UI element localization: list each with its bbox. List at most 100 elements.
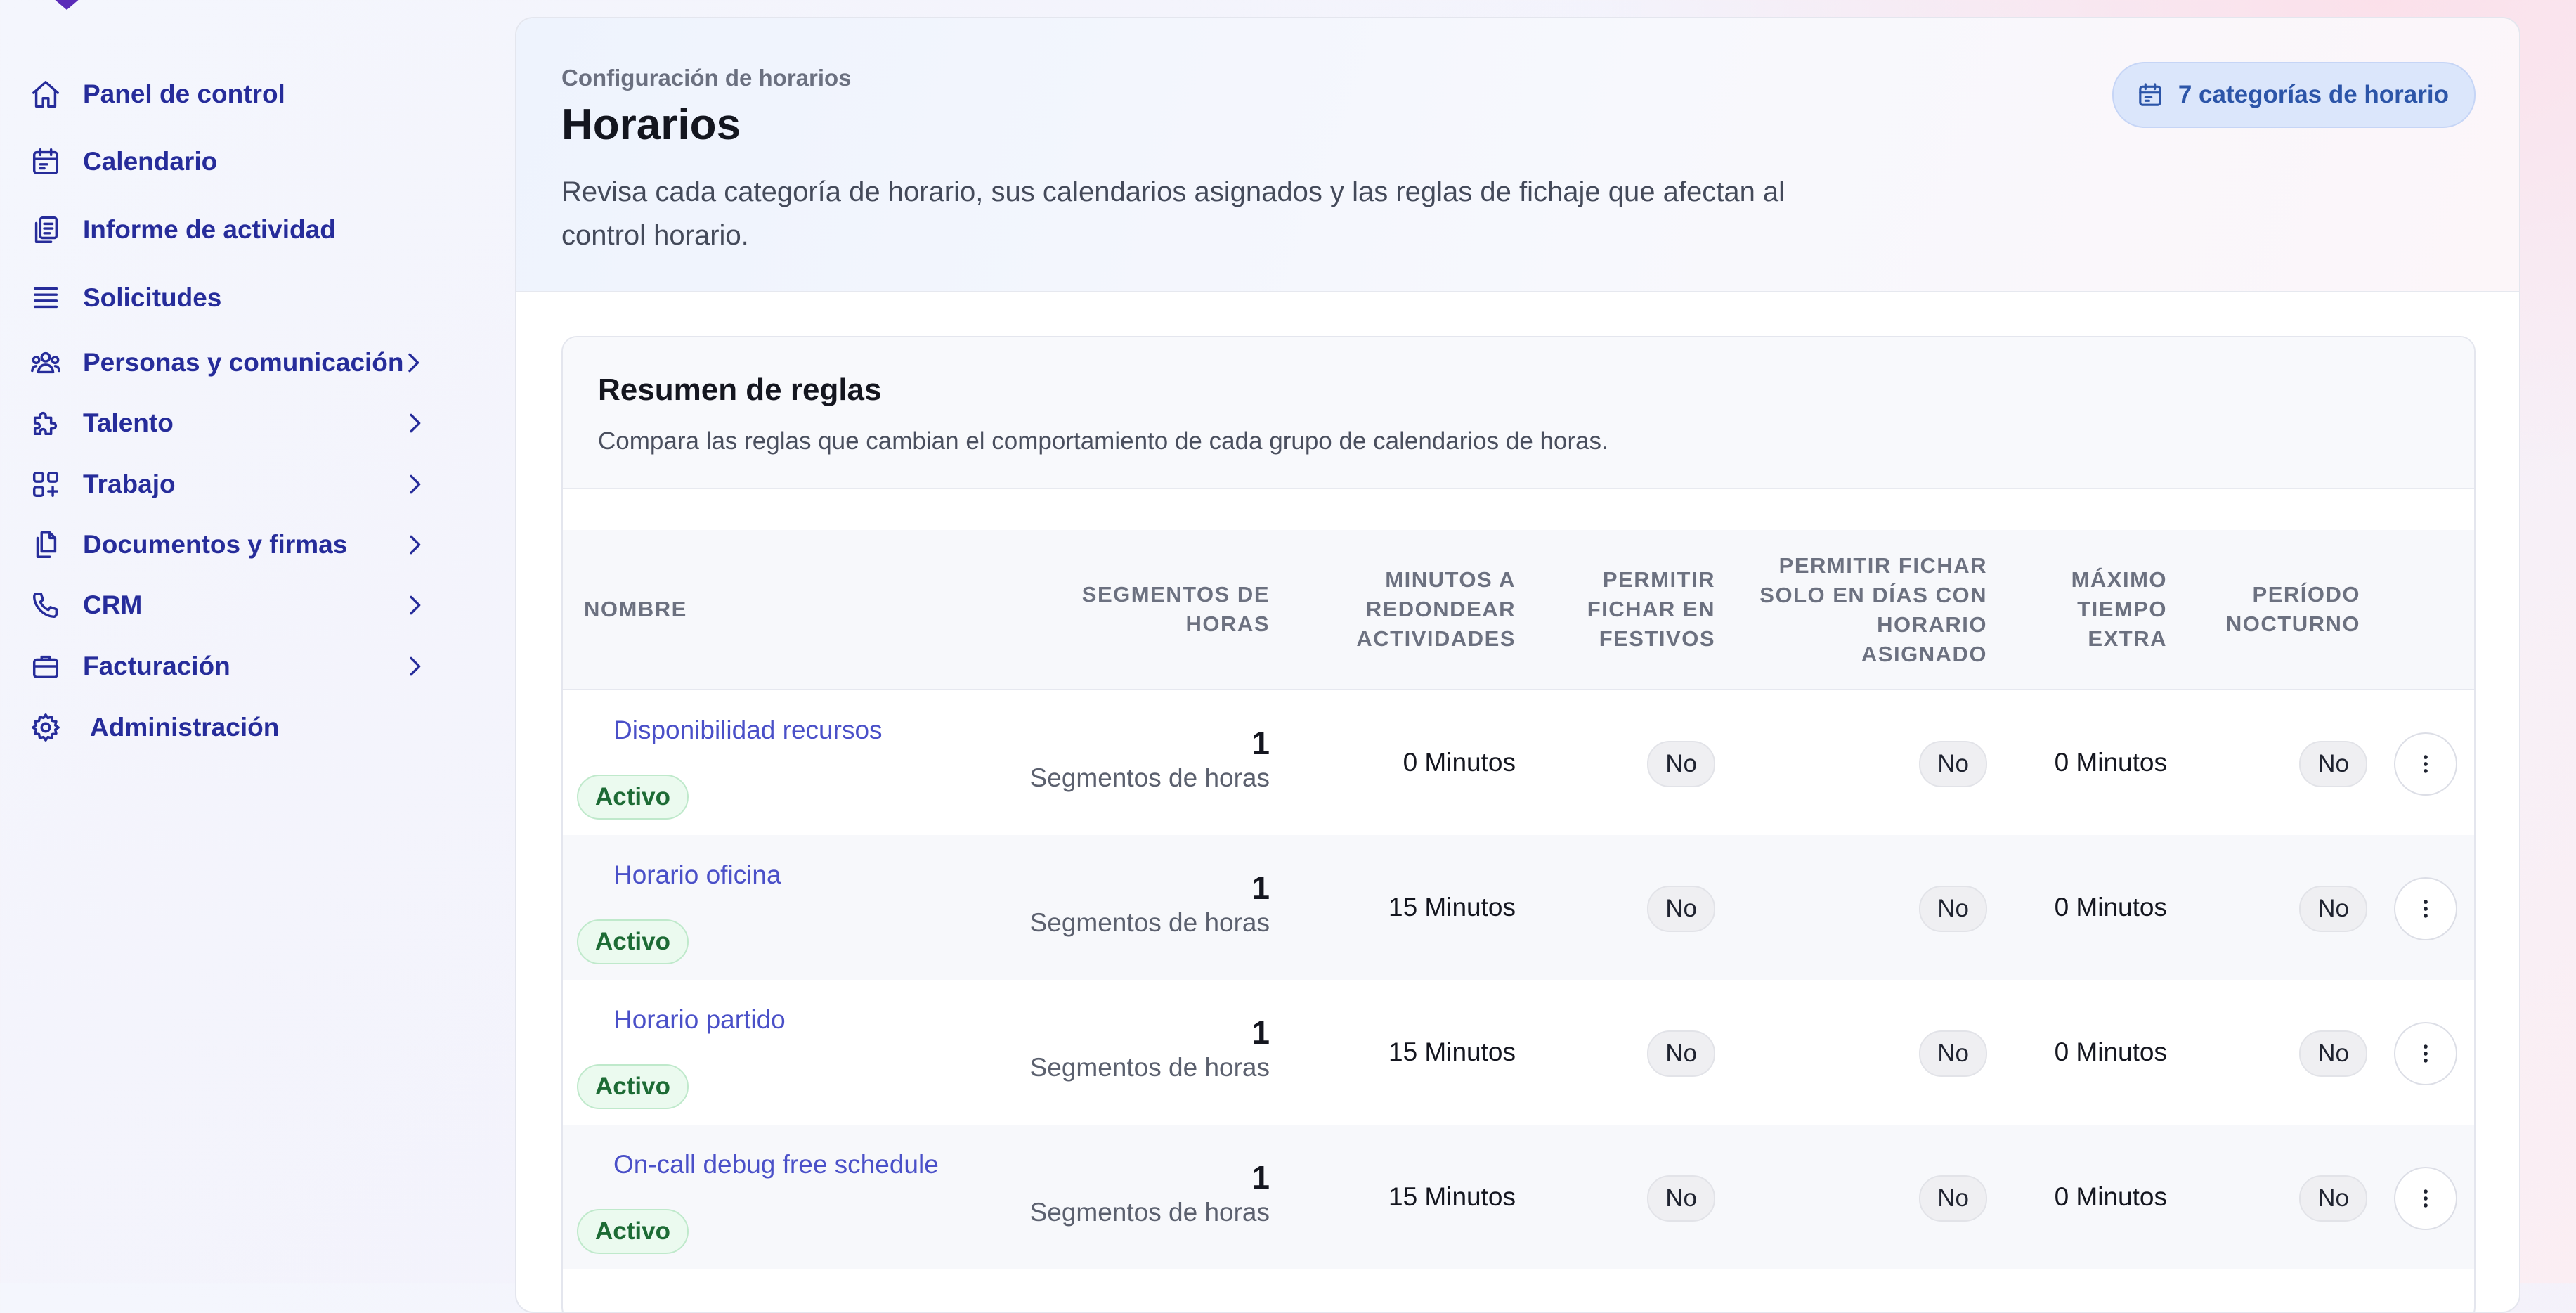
assigned-days-pill: No — [1919, 741, 1987, 787]
more-vertical-icon — [2424, 1044, 2428, 1063]
more-vertical-icon — [2424, 900, 2428, 918]
segments-count: 1 — [1251, 725, 1270, 761]
max-overtime: 0 Minutos — [2054, 748, 2167, 777]
page-description: Revisa cada categoría de horario, sus ca… — [561, 176, 1785, 251]
sidebar-item-facturacion[interactable]: Facturación — [30, 642, 444, 691]
sidebar-item-crm[interactable]: CRM — [30, 581, 444, 630]
table-row: Disponibilidad recursos Activo 1 Segment… — [563, 690, 2474, 835]
sidebar-item-label: Talento — [83, 408, 174, 437]
row-actions-button[interactable] — [2394, 1167, 2457, 1230]
segments-count: 1 — [1251, 1014, 1270, 1051]
night-period-pill: No — [2299, 1030, 2367, 1077]
column-header-segmentos[interactable]: SEGMENTOS DE HORAS — [1045, 580, 1270, 639]
status-badge: Activo — [577, 1209, 689, 1254]
page-header: Configuración de horarios Horarios Revis… — [516, 18, 2519, 292]
list-icon — [30, 282, 62, 314]
column-header-periodo-nocturno[interactable]: PERÍODO NOCTURNO — [2206, 580, 2360, 639]
night-period-pill: No — [2299, 741, 2367, 787]
max-overtime: 0 Minutos — [2054, 1182, 2167, 1211]
status-badge: Activo — [577, 1064, 689, 1109]
gear-icon — [30, 711, 62, 744]
column-header-fichar-festivos[interactable]: PERMITIR FICHAR EN FESTIVOS — [1568, 565, 1715, 654]
assigned-days-pill: No — [1919, 1030, 1987, 1077]
documents-icon — [30, 529, 62, 561]
phone-icon — [30, 589, 62, 621]
night-period-pill: No — [2299, 886, 2367, 932]
rounding-minutes: 0 Minutos — [1403, 748, 1516, 777]
column-header-maximo-tiempo-extra[interactable]: MÁXIMO TIEMPO EXTRA — [2048, 565, 2167, 654]
page-eyebrow: Configuración de horarios — [561, 65, 852, 91]
segments-count: 1 — [1251, 869, 1270, 906]
chevron-right-icon — [401, 591, 429, 619]
sidebar-item-informe-de-actividad[interactable]: Informe de actividad — [30, 205, 444, 254]
clipboard-icon — [30, 214, 62, 246]
rounding-minutes: 15 Minutos — [1388, 1037, 1516, 1066]
more-vertical-icon — [2424, 755, 2428, 773]
sidebar-item-panel-de-control[interactable]: Panel de control — [30, 70, 444, 119]
holidays-pill: No — [1647, 1175, 1715, 1222]
status-badge: Activo — [577, 919, 689, 964]
night-period-pill: No — [2299, 1175, 2367, 1222]
status-badge: Activo — [577, 775, 689, 820]
chevron-right-icon — [401, 409, 429, 437]
sidebar-item-administracion[interactable]: Administración — [30, 703, 444, 752]
table-row: Horario partido Activo 1 Segmentos de ho… — [563, 980, 2474, 1125]
rounding-minutes: 15 Minutos — [1388, 893, 1516, 921]
calendar-icon — [30, 145, 62, 178]
card-header: Resumen de reglas Compara las reglas que… — [563, 337, 2474, 489]
sidebar-item-trabajo[interactable]: Trabajo — [30, 460, 444, 509]
sidebar-item-personas-y-comunicacion[interactable]: Personas y comunicación — [30, 338, 444, 387]
sidebar: Panel de control Calendario Informe de a… — [0, 0, 516, 1283]
schedule-name-link[interactable]: Disponibilidad recursos — [613, 716, 883, 745]
segments-label: Segmentos de horas — [1029, 1053, 1270, 1082]
chevron-right-icon — [401, 470, 429, 498]
page-title: Horarios — [561, 101, 741, 149]
card-title: Resumen de reglas — [598, 373, 882, 407]
column-header-minutos-redondear[interactable]: MINUTOS A REDONDEAR ACTIVIDADES — [1312, 565, 1516, 654]
home-icon — [30, 78, 62, 110]
sidebar-item-label: Panel de control — [83, 79, 285, 108]
rules-summary-card: Resumen de reglas Compara las reglas que… — [561, 336, 2476, 1312]
schedule-name-link[interactable]: Horario partido — [613, 1005, 786, 1035]
grid-plus-icon — [30, 468, 62, 500]
segments-label: Segmentos de horas — [1029, 1198, 1270, 1227]
calendar-icon — [2139, 83, 2161, 106]
categories-badge[interactable]: 7 categorías de horario — [2112, 62, 2476, 128]
row-actions-button[interactable] — [2394, 732, 2457, 796]
row-actions-button[interactable] — [2394, 1022, 2457, 1085]
sidebar-item-documentos-y-firmas[interactable]: Documentos y firmas — [30, 520, 444, 569]
segments-label: Segmentos de horas — [1029, 908, 1270, 937]
schedule-name-link[interactable]: On-call debug free schedule — [613, 1150, 939, 1179]
sidebar-item-label: Facturación — [83, 652, 230, 680]
holidays-pill: No — [1647, 886, 1715, 932]
sidebar-item-label: CRM — [83, 590, 143, 619]
sidebar-item-label: Calendario — [83, 147, 218, 176]
table-row: On-call debug free schedule Activo 1 Seg… — [563, 1125, 2474, 1269]
holidays-pill: No — [1647, 741, 1715, 787]
row-actions-button[interactable] — [2394, 877, 2457, 940]
sidebar-item-talento[interactable]: Talento — [30, 399, 444, 448]
app-logo[interactable] — [41, 0, 93, 13]
assigned-days-pill: No — [1919, 1175, 1987, 1222]
max-overtime: 0 Minutos — [2054, 893, 2167, 921]
sidebar-item-label: Administración — [90, 713, 280, 742]
segments-label: Segmentos de horas — [1029, 763, 1270, 792]
main-panel: Configuración de horarios Horarios Revis… — [515, 17, 2520, 1313]
segments-count: 1 — [1251, 1159, 1270, 1196]
table-row: Horario oficina Activo 1 Segmentos de ho… — [563, 835, 2474, 980]
rounding-minutes: 15 Minutos — [1388, 1182, 1516, 1211]
sidebar-item-label: Solicitudes — [83, 283, 222, 312]
sidebar-item-calendario[interactable]: Calendario — [30, 137, 444, 186]
column-header-fichar-dias-asignados[interactable]: PERMITIR FICHAR SOLO EN DÍAS CON HORARIO… — [1748, 551, 1987, 669]
holidays-pill: No — [1647, 1030, 1715, 1077]
column-header-nombre[interactable]: NOMBRE — [584, 595, 687, 624]
more-vertical-icon — [2424, 1189, 2428, 1208]
categories-badge-label: 7 categorías de horario — [2178, 81, 2449, 108]
chevron-right-icon — [399, 349, 427, 377]
sidebar-item-label: Trabajo — [83, 470, 176, 498]
schedule-name-link[interactable]: Horario oficina — [613, 860, 781, 890]
briefcase-icon — [30, 650, 62, 683]
sidebar-item-solicitudes[interactable]: Solicitudes — [30, 273, 444, 323]
assigned-days-pill: No — [1919, 886, 1987, 932]
users-icon — [30, 347, 62, 379]
